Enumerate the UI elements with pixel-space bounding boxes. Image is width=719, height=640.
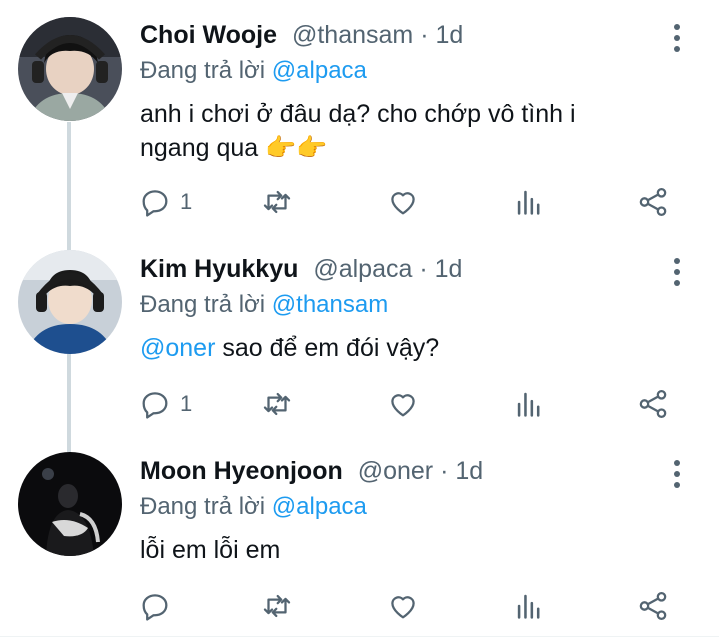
tweet-text-content: sao để em đói vậy? xyxy=(222,334,440,362)
replying-to: Đang trả lời @thansam xyxy=(140,291,388,319)
replying-label: Đang trả lời xyxy=(140,57,266,84)
tweet-text: lỗi em lỗi em xyxy=(140,533,680,567)
action-bar: 1 xyxy=(132,182,692,222)
replying-to: Đang trả lời @alpaca xyxy=(140,493,367,521)
more-icon[interactable] xyxy=(667,22,687,54)
retweet-button[interactable] xyxy=(260,182,294,222)
stats-icon xyxy=(517,392,540,417)
reply-icon xyxy=(142,190,168,217)
timestamp[interactable]: 1d xyxy=(435,255,463,283)
more-icon[interactable] xyxy=(667,256,687,288)
tweet[interactable]: Choi Wooje @thansam · 1d Đang trả lời @a… xyxy=(0,0,719,236)
tweet-text: anh i chơi ở đâu dạ? cho chớp vô tình i … xyxy=(140,97,680,165)
replying-label: Đang trả lời xyxy=(140,493,266,520)
author-row: Choi Wooje @thansam · 1d xyxy=(140,21,463,50)
like-button[interactable] xyxy=(386,182,420,222)
avatar[interactable] xyxy=(18,250,122,354)
share-button[interactable] xyxy=(636,182,670,222)
separator: · xyxy=(420,21,429,49)
thread-line xyxy=(67,440,71,452)
retweet-icon xyxy=(263,594,291,618)
stats-icon xyxy=(517,190,540,215)
view-stats-button[interactable] xyxy=(512,586,546,626)
thread-line xyxy=(67,354,71,440)
reply-count: 1 xyxy=(180,189,193,214)
view-stats-button[interactable] xyxy=(512,182,546,222)
replying-mention-link[interactable]: @alpaca xyxy=(272,493,367,520)
replying-label: Đang trả lời xyxy=(140,291,266,318)
tweet-text-content: lỗi em lỗi em xyxy=(140,536,281,564)
user-handle[interactable]: @oner xyxy=(358,457,433,485)
share-button[interactable] xyxy=(636,586,670,626)
reply-button[interactable]: 1 xyxy=(138,384,192,424)
retweet-button[interactable] xyxy=(260,586,294,626)
retweet-icon xyxy=(263,392,291,416)
replying-mention-link[interactable]: @thansam xyxy=(272,291,388,318)
reply-button[interactable]: 1 xyxy=(138,182,192,222)
display-name[interactable]: Kim Hyukkyu xyxy=(140,255,298,283)
reply-button[interactable] xyxy=(138,586,180,626)
tweet-text: @oner sao để em đói vậy? xyxy=(140,331,680,365)
retweet-button[interactable] xyxy=(260,384,294,424)
tweet[interactable]: Kim Hyukkyu @alpaca · 1d Đang trả lời @t… xyxy=(0,236,719,440)
divider xyxy=(0,636,719,637)
replying-mention-link[interactable]: @alpaca xyxy=(272,57,367,84)
timestamp[interactable]: 1d xyxy=(435,21,463,49)
separator: · xyxy=(419,255,428,283)
reply-icon xyxy=(142,392,168,419)
reply-icon xyxy=(142,594,168,621)
view-stats-button[interactable] xyxy=(512,384,546,424)
like-icon xyxy=(391,192,415,215)
separator: · xyxy=(440,457,449,485)
action-bar xyxy=(132,586,692,626)
user-handle[interactable]: @alpaca xyxy=(313,255,412,283)
share-icon xyxy=(639,389,667,419)
thread-line xyxy=(67,236,71,250)
author-row: Moon Hyeonjoon @oner · 1d xyxy=(140,457,483,486)
tweet-text-line: ngang qua 👉👉 xyxy=(140,134,328,162)
reply-count: 1 xyxy=(180,391,193,416)
display-name[interactable]: Choi Wooje xyxy=(140,21,277,49)
like-icon xyxy=(391,596,415,619)
like-button[interactable] xyxy=(386,586,420,626)
like-button[interactable] xyxy=(386,384,420,424)
share-button[interactable] xyxy=(636,384,670,424)
tweet[interactable]: Moon Hyeonjoon @oner · 1d Đang trả lời @… xyxy=(0,440,719,640)
thread-line xyxy=(67,122,71,236)
author-row: Kim Hyukkyu @alpaca · 1d xyxy=(140,255,462,284)
share-icon xyxy=(639,187,667,217)
replying-to: Đang trả lời @alpaca xyxy=(140,57,367,85)
avatar[interactable] xyxy=(18,17,122,121)
mention-link[interactable]: @oner xyxy=(140,334,215,362)
avatar[interactable] xyxy=(18,452,122,556)
like-icon xyxy=(391,394,415,417)
tweet-text-line: anh i chơi ở đâu dạ? cho chớp vô tình i xyxy=(140,100,576,128)
timestamp[interactable]: 1d xyxy=(455,457,483,485)
stats-icon xyxy=(517,594,540,619)
display-name[interactable]: Moon Hyeonjoon xyxy=(140,457,343,485)
share-icon xyxy=(639,591,667,621)
more-icon[interactable] xyxy=(667,458,687,490)
user-handle[interactable]: @thansam xyxy=(292,21,413,49)
retweet-icon xyxy=(263,190,291,214)
action-bar: 1 xyxy=(132,384,692,424)
